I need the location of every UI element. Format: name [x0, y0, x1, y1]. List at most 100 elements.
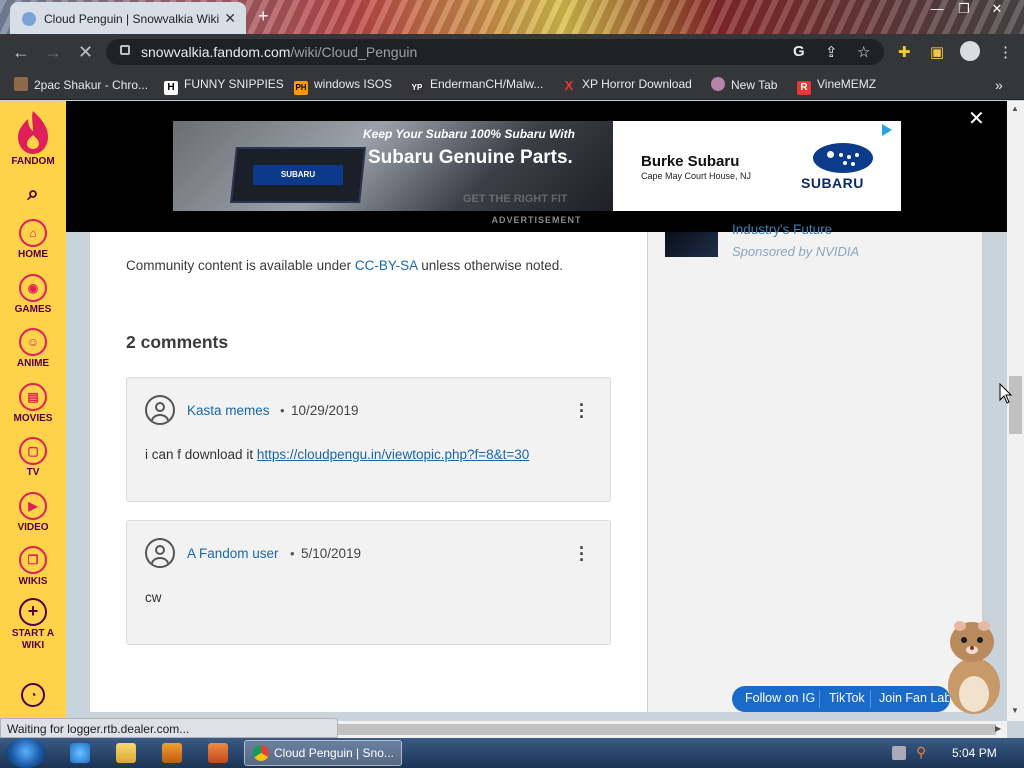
ad-brand: Burke Subaru: [641, 153, 740, 170]
nav-games[interactable]: ◉ GAMES: [0, 274, 66, 315]
license-prefix: Community content is available under: [126, 258, 352, 273]
social-divider: [870, 690, 871, 708]
bookmark-item[interactable]: 2pac Shakur - Chro...: [14, 77, 148, 92]
x-logo-icon: X: [564, 78, 574, 93]
nav-label: TV: [26, 467, 40, 478]
right-rail: [648, 232, 982, 712]
tray-search-icon[interactable]: ⚲: [916, 744, 926, 761]
ad-headline-2: Subaru Genuine Parts.: [368, 147, 573, 168]
bookmark-star-icon[interactable]: ☆: [857, 43, 870, 61]
bookmark-item[interactable]: New Tab: [711, 77, 777, 92]
r-logo-icon: R: [797, 81, 811, 95]
bookmark-label: FUNNY SNIPPIES: [184, 77, 284, 91]
profile-avatar[interactable]: [960, 41, 980, 61]
ad-close-icon[interactable]: ✕: [968, 106, 985, 131]
tab-close-icon[interactable]: ✕: [224, 10, 236, 27]
browser-tab[interactable]: Cloud Penguin | Snowvalkia Wiki ✕: [10, 2, 246, 34]
tupac-icon: [14, 77, 28, 91]
hamster-mascot-icon[interactable]: [940, 616, 1006, 716]
loading-stop-icon[interactable]: ✕: [78, 42, 93, 63]
user-account-icon[interactable]: ◔: [0, 683, 66, 709]
tv-icon: ▢: [19, 437, 47, 465]
tab-favicon-icon: [22, 12, 36, 26]
fandom-logo[interactable]: FANDOM: [0, 109, 66, 167]
nav-start-wiki[interactable]: + START A WIKI: [0, 598, 66, 652]
back-icon[interactable]: ←: [12, 42, 30, 63]
minimize-button[interactable]: —: [924, 0, 950, 18]
social-bar: Follow on IG TikTok Join Fan Lab: [732, 686, 950, 712]
nav-label: HOME: [18, 249, 48, 260]
comment-link[interactable]: https://cloudpengu.in/viewtopic.php?f=8&…: [257, 447, 529, 462]
plus-icon: +: [19, 598, 47, 626]
fandom-sidebar: FANDOM ⌕ ⌂ HOME ◉ GAMES ☺ ANIME ▤ MOVIES ▢ TV…: [0, 101, 66, 738]
user-avatar-icon[interactable]: [145, 395, 175, 425]
separator-dot: •: [290, 546, 295, 561]
nav-tv[interactable]: ▢ TV: [0, 437, 66, 478]
scroll-up-icon[interactable]: ▲: [1011, 104, 1019, 113]
comment-author[interactable]: A Fandom user: [187, 546, 279, 561]
restore-button[interactable]: ❐: [951, 0, 977, 18]
sidepanel-icon[interactable]: ▣: [930, 43, 944, 61]
comment-menu-icon[interactable]: · · ·: [579, 539, 585, 569]
sponsored-title[interactable]: Industry's Future: [732, 222, 832, 238]
bookmark-item[interactable]: H FUNNY SNIPPIES: [164, 77, 284, 95]
ad-banner[interactable]: SUBARU Keep Your Subaru 100% Subaru With…: [173, 121, 901, 211]
comment-menu-icon[interactable]: · · ·: [579, 396, 585, 426]
url-host: snowvalkia.fandom.com: [141, 44, 291, 60]
window-close-button[interactable]: ✕: [984, 0, 1010, 18]
paint-icon[interactable]: [208, 743, 228, 763]
url-text[interactable]: snowvalkia.fandom.com/wiki/Cloud_Penguin: [141, 44, 417, 60]
internet-explorer-icon[interactable]: [70, 743, 90, 763]
ad-headline-1: Keep Your Subaru 100% Subaru With: [363, 127, 575, 141]
scroll-down-icon[interactable]: ▼: [1011, 706, 1019, 715]
forward-icon[interactable]: →: [44, 42, 62, 63]
comment-text: i can f download it: [145, 447, 254, 462]
nav-wikis[interactable]: ❒ WIKIS: [0, 546, 66, 587]
url-path: /wiki/Cloud_Penguin: [290, 44, 418, 60]
bookmark-item[interactable]: PH windows ISOS: [294, 77, 392, 95]
sponsored-by: Sponsored by NVIDIA: [732, 244, 860, 259]
comment-text: cw: [145, 590, 162, 605]
license-link[interactable]: CC-BY-SA: [355, 258, 418, 273]
join-fan-lab-button[interactable]: Join Fan Lab: [879, 691, 949, 705]
bookmark-item[interactable]: X XP Horror Download: [562, 77, 692, 93]
comment-card: A Fandom user • 5/10/2019 · · · cw: [126, 520, 611, 645]
extensions-icon[interactable]: ✚: [898, 43, 911, 61]
comment-card: Kasta memes • 10/29/2019 · · · i can f dow…: [126, 377, 611, 502]
sponsored-thumbnail[interactable]: [665, 232, 718, 257]
yp-logo-icon: YP: [410, 81, 424, 95]
new-tab-button[interactable]: +: [258, 6, 269, 27]
clapper-icon: ▤: [19, 383, 47, 411]
nav-home[interactable]: ⌂ HOME: [0, 219, 66, 260]
comment-date: 10/29/2019: [291, 403, 359, 418]
taskbar-clock[interactable]: 5:04 PM: [952, 746, 997, 760]
file-explorer-icon[interactable]: [116, 743, 136, 763]
tray-network-icon[interactable]: [892, 746, 906, 760]
media-player-icon[interactable]: [162, 743, 182, 763]
lock-icon[interactable]: [120, 45, 130, 55]
scroll-right-icon[interactable]: ▶: [995, 724, 1001, 733]
follow-ig-button[interactable]: Follow on IG: [745, 691, 815, 705]
adchoices-icon[interactable]: [882, 124, 892, 136]
user-avatar-icon[interactable]: [145, 538, 175, 568]
google-icon[interactable]: G: [793, 43, 805, 60]
bookmark-item[interactable]: YP EndermanCH/Malw...: [410, 77, 543, 95]
subaru-logo-icon: [813, 143, 873, 173]
nav-video[interactable]: ▶ VIDEO: [0, 492, 66, 533]
social-divider: [819, 690, 820, 708]
share-icon[interactable]: ⇪: [825, 43, 838, 61]
bookmarks-overflow-icon[interactable]: »: [995, 77, 1003, 93]
browser-menu-icon[interactable]: ⋮: [998, 43, 1013, 61]
bookmark-item[interactable]: R VineMEMZ: [797, 77, 876, 95]
status-bubble: Waiting for logger.rtb.dealer.com...: [0, 718, 338, 738]
comment-author[interactable]: Kasta memes: [187, 403, 270, 418]
search-icon[interactable]: ⌕: [0, 183, 66, 206]
nav-anime[interactable]: ☺ ANIME: [0, 328, 66, 369]
comment-body: i can f download it https://cloudpengu.i…: [145, 447, 529, 462]
start-button[interactable]: [6, 738, 46, 768]
nav-movies[interactable]: ▤ MOVIES: [0, 383, 66, 424]
taskbar-chrome-window[interactable]: Cloud Penguin | Sno...: [244, 740, 402, 766]
tab-title: Cloud Penguin | Snowvalkia Wiki: [44, 12, 220, 26]
taskbar-window-title: Cloud Penguin | Sno...: [274, 746, 394, 760]
tiktok-button[interactable]: TikTok: [829, 691, 865, 705]
